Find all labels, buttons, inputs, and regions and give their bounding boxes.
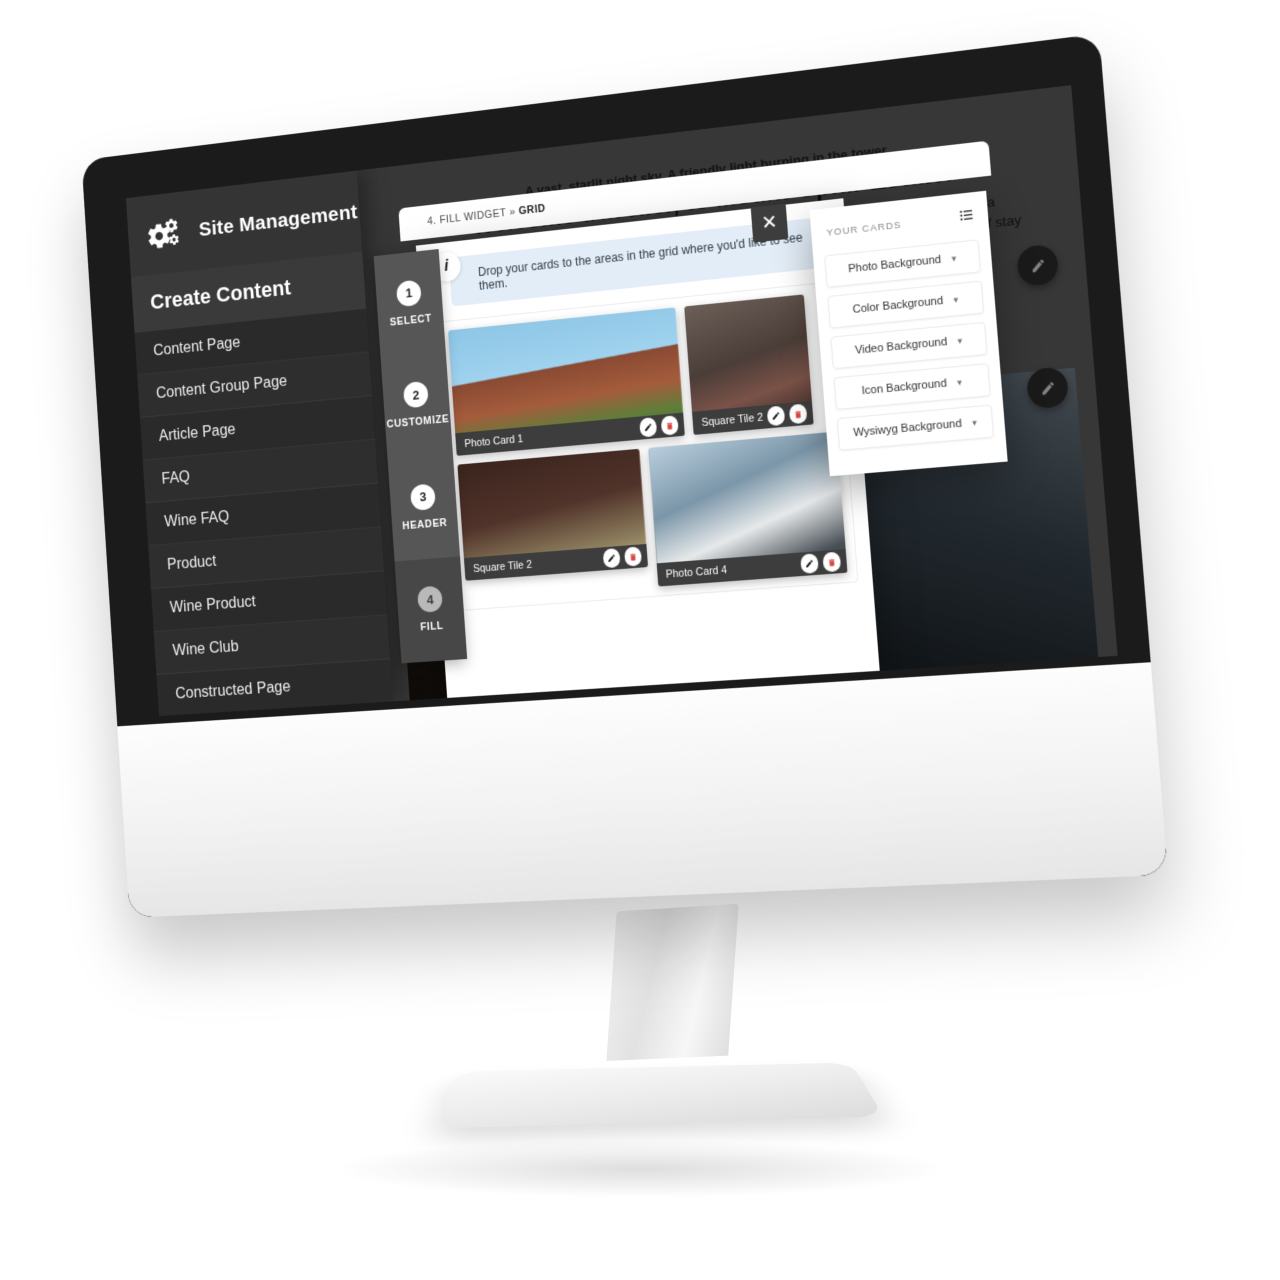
card-label: Photo Card 4 xyxy=(665,563,728,581)
monitor-neck xyxy=(606,903,739,1061)
step-label: FILL xyxy=(419,620,444,634)
wizard-step-header[interactable]: 3 HEADER xyxy=(388,453,460,561)
chevron-down-icon: ▾ xyxy=(971,416,978,428)
pencil-icon xyxy=(607,554,615,562)
chevron-down-icon: ▾ xyxy=(951,252,957,264)
grid-row: Square Tile 2 Photo Card 4 xyxy=(457,431,848,601)
grid-card-square-tile-2-top[interactable]: Square Tile 2 xyxy=(683,294,814,435)
card-drop-grid[interactable]: Photo Card 1 Square Tile 2 Square Tile 2… xyxy=(438,280,859,612)
card-delete-button[interactable] xyxy=(822,551,842,573)
wizard-step-select[interactable]: 1 SELECT xyxy=(374,249,446,357)
close-icon[interactable]: ✕ xyxy=(750,203,789,243)
breadcrumb-current: GRID xyxy=(518,202,547,218)
pencil-icon xyxy=(644,423,652,432)
card-delete-button[interactable] xyxy=(788,403,808,425)
step-number: 1 xyxy=(395,279,422,308)
card-actions xyxy=(800,551,842,574)
card-actions xyxy=(602,546,642,569)
step-label: SELECT xyxy=(389,312,433,329)
trash-icon xyxy=(666,421,673,430)
wizard-step-fill[interactable]: 4 FILL xyxy=(394,555,468,664)
card-option-wysiwyg-background[interactable]: Wysiwyg Background ▾ xyxy=(836,404,995,451)
page-preview-area: A vast, starlit night sky. A friendly li… xyxy=(356,85,1118,702)
card-toolbar: Photo Card 4 xyxy=(656,549,848,587)
chevron-down-icon: ▾ xyxy=(957,334,963,346)
monitor-screen-bezel: Site Management Create Content Content P… xyxy=(125,85,1118,717)
app-sidebar: Site Management Create Content Content P… xyxy=(125,170,397,717)
sidebar-nav-list: Content Page Content Group Page Article … xyxy=(134,308,403,717)
grid-row: Photo Card 1 Square Tile 2 xyxy=(448,292,836,456)
card-edit-button[interactable] xyxy=(800,553,819,574)
your-cards-title: YOUR CARDS xyxy=(826,219,902,239)
breadcrumb-prefix: 4. FILL WIDGET » xyxy=(426,205,520,228)
imac-monitor-scene: Site Management Create Content Content P… xyxy=(0,0,1280,1280)
monitor-body: Site Management Create Content Content P… xyxy=(81,33,1169,918)
card-option-label: Photo Background xyxy=(847,253,942,276)
card-option-label: Color Background xyxy=(852,294,944,317)
card-delete-button[interactable] xyxy=(660,415,679,436)
app-screen: Site Management Create Content Content P… xyxy=(125,85,1118,717)
card-actions xyxy=(638,415,679,438)
trash-icon xyxy=(828,558,835,566)
step-number: 2 xyxy=(402,381,429,409)
card-edit-button[interactable] xyxy=(766,405,786,427)
step-number: 4 xyxy=(416,585,444,614)
card-label: Square Tile 2 xyxy=(472,558,533,575)
step-label: HEADER xyxy=(402,516,448,533)
step-label: CUSTOMIZE xyxy=(386,413,450,431)
your-cards-panel: YOUR CARDS Photo Background ▾ Color Back… xyxy=(809,190,1008,477)
brand-title: Site Management xyxy=(198,200,359,241)
card-label: Square Tile 2 xyxy=(700,411,764,429)
card-option-label: Icon Background xyxy=(861,377,948,398)
grid-card-photo-card-4[interactable]: Photo Card 4 xyxy=(647,431,848,587)
card-actions xyxy=(766,403,808,427)
floor-shadow xyxy=(330,1140,950,1198)
trash-icon xyxy=(795,410,801,418)
card-option-label: Wysiwyg Background xyxy=(852,417,963,440)
card-option-icon-background[interactable]: Icon Background ▾ xyxy=(833,363,991,411)
card-toolbar: Square Tile 2 xyxy=(691,400,814,435)
pencil-icon xyxy=(805,559,814,568)
step-number: 3 xyxy=(409,483,436,511)
card-delete-button[interactable] xyxy=(623,546,642,567)
list-icon[interactable] xyxy=(958,207,975,229)
card-toolbar: Square Tile 2 xyxy=(463,543,648,581)
card-option-color-background[interactable]: Color Background ▾ xyxy=(827,280,985,329)
trash-icon xyxy=(629,553,636,561)
chevron-down-icon: ▾ xyxy=(953,293,959,305)
monitor-foot xyxy=(436,1062,884,1129)
card-edit-button[interactable] xyxy=(602,548,621,569)
fill-widget-modal: 4. FILL WIDGET » GRID 1 SELECT 2 CUSTOMI… xyxy=(371,128,1118,701)
pencil-icon xyxy=(772,412,780,420)
grid-card-photo-card-1[interactable]: Photo Card 1 xyxy=(448,307,685,456)
chevron-down-icon: ▾ xyxy=(956,376,963,388)
gears-icon xyxy=(145,216,186,253)
card-edit-button[interactable] xyxy=(638,417,657,438)
card-option-video-background[interactable]: Video Background ▾ xyxy=(830,321,988,370)
wizard-step-customize[interactable]: 2 CUSTOMIZE xyxy=(381,351,453,459)
card-option-label: Video Background xyxy=(854,335,948,357)
grid-card-square-tile-2-bottom[interactable]: Square Tile 2 xyxy=(457,448,648,581)
card-label: Photo Card 1 xyxy=(464,432,524,450)
modal-body: i Drop your cards to the areas in the gr… xyxy=(415,198,880,698)
